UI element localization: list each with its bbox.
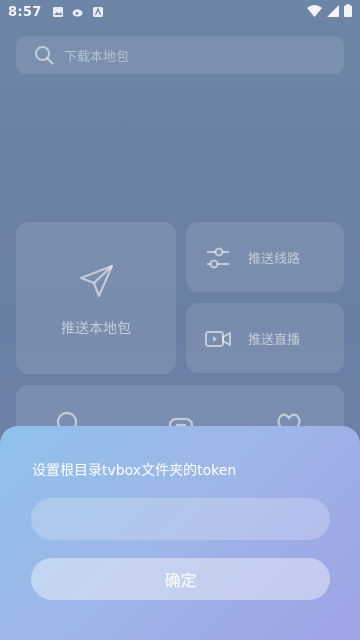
push-live-tile[interactable]: 推送直播 xyxy=(186,303,344,373)
wifi-icon xyxy=(307,4,322,17)
battery-icon xyxy=(344,4,352,17)
send-icon xyxy=(79,264,114,298)
status-time: 8:57 xyxy=(8,4,42,20)
token-dialog: 设置根目录tvbox文件夹的token 确定 xyxy=(0,426,360,640)
push-routes-label: 推送线路 xyxy=(248,252,301,267)
app-icon xyxy=(92,7,103,17)
push-live-label: 推送直播 xyxy=(248,333,301,348)
token-input[interactable] xyxy=(31,498,330,540)
status-bar: 8:57 xyxy=(0,0,360,24)
search-placeholder: 下载本地包 xyxy=(64,49,130,65)
image-icon xyxy=(52,7,63,17)
dialog-title: 设置根目录tvbox文件夹的token xyxy=(32,463,237,479)
push-routes-tile[interactable]: 推送线路 xyxy=(186,222,344,292)
push-local-package-tile[interactable]: 推送本地包 xyxy=(16,222,176,374)
push-local-package-label: 推送本地包 xyxy=(61,321,131,337)
signal-icon xyxy=(327,4,339,17)
search-bar[interactable]: 下载本地包 xyxy=(16,36,344,74)
search-icon xyxy=(35,46,54,65)
video-camera-icon xyxy=(205,331,231,347)
confirm-button[interactable]: 确定 xyxy=(31,558,330,600)
weibo-icon xyxy=(72,9,83,17)
sliders-icon xyxy=(207,247,229,269)
